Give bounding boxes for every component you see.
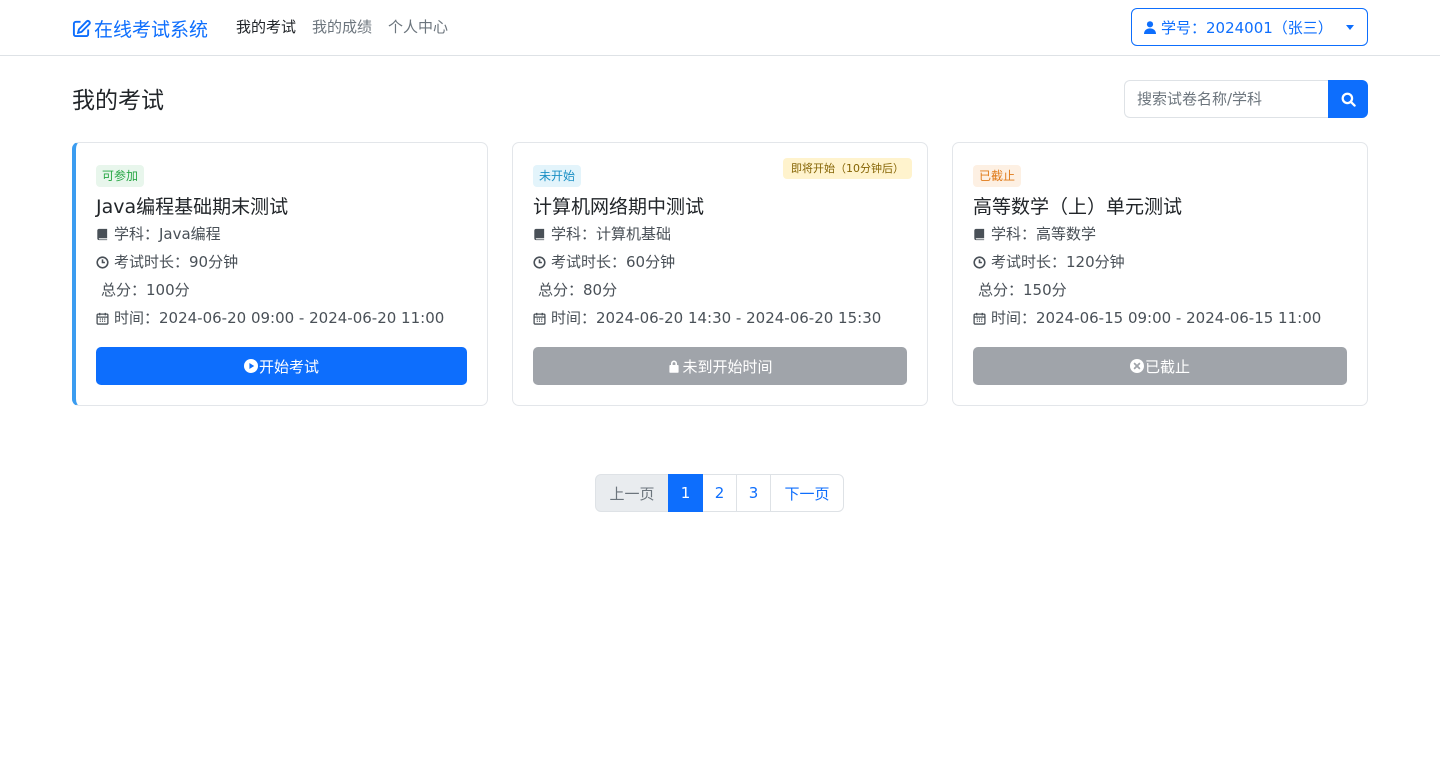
search-input[interactable] (1124, 80, 1328, 118)
book-icon (974, 228, 985, 240)
exam-subject: 学科：Java编程 (96, 220, 467, 248)
exam-score: 总分：100分 (101, 281, 190, 299)
start-exam-button[interactable]: 开始考试 (96, 347, 467, 385)
closed-button: 已截止 (973, 347, 1347, 385)
chevron-down-icon (1346, 25, 1354, 30)
prev-page-button: 上一页 (595, 474, 669, 512)
exam-duration: 考试时长：90分钟 (96, 248, 467, 276)
brand-title: 在线考试系统 (94, 18, 209, 41)
exam-duration: 考试时长：120分钟 (973, 248, 1347, 276)
search-box (1124, 80, 1368, 118)
pagination: 上一页 1 2 3 下一页 (595, 474, 844, 512)
nav-links: 我的考试 我的成绩 个人中心 (236, 16, 448, 38)
page-1-button[interactable]: 1 (668, 474, 703, 512)
user-dropdown-button[interactable]: 学号：2024001（张三） (1131, 8, 1368, 46)
exam-title: Java编程基础期末测试 (96, 196, 289, 218)
status-badge: 未开始 (533, 165, 582, 187)
next-page-button[interactable]: 下一页 (770, 474, 844, 512)
exam-time: 时间：2024-06-20 09:00 - 2024-06-20 11:00 (96, 304, 467, 332)
calendar-icon (973, 312, 986, 325)
exam-card: 可参加 Java编程基础期末测试 学科：Java编程 考试时长：90分钟 总分：… (72, 142, 488, 406)
page-3-button[interactable]: 3 (736, 474, 771, 512)
nav-profile[interactable]: 个人中心 (388, 16, 448, 38)
exam-subject: 学科：计算机基础 (533, 220, 907, 248)
nav-my-exams[interactable]: 我的考试 (236, 16, 296, 38)
search-button[interactable] (1328, 80, 1368, 118)
exam-time: 时间：2024-06-15 09:00 - 2024-06-15 11:00 (973, 304, 1347, 332)
not-started-button: 未到开始时间 (533, 347, 907, 385)
exam-time: 时间：2024-06-20 14:30 - 2024-06-20 15:30 (533, 304, 907, 332)
exam-title: 高等数学（上）单元测试 (973, 196, 1183, 218)
user-icon (1144, 20, 1156, 34)
clock-icon (973, 255, 986, 269)
book-icon (534, 228, 545, 240)
exam-subject: 学科：高等数学 (973, 220, 1347, 248)
page-title: 我的考试 (72, 88, 164, 114)
exam-score: 总分：80分 (538, 281, 618, 299)
lock-icon (669, 360, 680, 373)
edit-icon (72, 19, 91, 37)
calendar-icon (533, 312, 546, 325)
user-label: 学号：2024001（张三） (1161, 18, 1333, 37)
exam-duration: 考试时长：60分钟 (533, 248, 907, 276)
status-badge: 可参加 (96, 165, 145, 187)
calendar-icon (96, 312, 109, 325)
status-badge: 已截止 (973, 165, 1022, 187)
exam-score: 总分：150分 (978, 281, 1067, 299)
exam-card: 即将开始（10分钟后） 未开始 计算机网络期中测试 学科：计算机基础 考试时长：… (512, 142, 928, 406)
book-icon (97, 228, 108, 240)
search-icon (1341, 92, 1356, 107)
exam-card: 已截止 高等数学（上）单元测试 学科：高等数学 考试时长：120分钟 总分：15… (952, 142, 1368, 406)
page-2-button[interactable]: 2 (702, 474, 737, 512)
close-circle-icon (1129, 359, 1144, 373)
nav-my-scores[interactable]: 我的成绩 (312, 16, 372, 38)
exam-title: 计算机网络期中测试 (533, 196, 705, 218)
play-circle-icon (243, 359, 258, 373)
clock-icon (533, 255, 546, 269)
brand-link[interactable]: 在线考试系统 (72, 14, 208, 42)
navbar: 在线考试系统 我的考试 我的成绩 个人中心 学号：2024001（张三） (0, 0, 1440, 56)
clock-icon (96, 255, 109, 269)
